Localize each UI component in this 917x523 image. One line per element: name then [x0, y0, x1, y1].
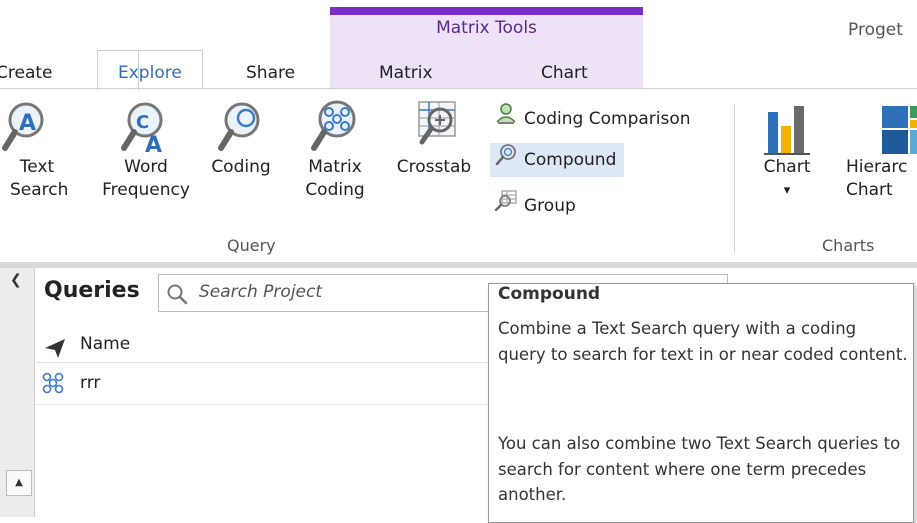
ribbon-group-separator [734, 104, 735, 252]
word-frequency-icon: C A [100, 98, 192, 156]
svg-text:C: C [136, 112, 149, 133]
word-frequency-button[interactable]: C A Word Frequency [100, 98, 192, 202]
tooltip-description-extra: You can also combine two Text Search que… [498, 434, 901, 504]
app-title: Proget [848, 20, 903, 40]
hierarchy-chart-button[interactable]: Hierarc Chart [846, 100, 917, 202]
tooltip-title: Compound [498, 284, 601, 304]
crosstab-icon [392, 98, 476, 156]
coding-comparison-icon [494, 102, 518, 136]
pane-title: Queries [44, 278, 140, 303]
tab-explore-cover [97, 50, 139, 91]
bar-chart-icon [752, 100, 822, 156]
chart-button[interactable]: Chart ▾ [752, 100, 822, 202]
search-placeholder: Search Project [199, 282, 323, 302]
tooltip-description: Combine a Text Search query with a codin… [498, 319, 908, 364]
group-button[interactable]: Group [490, 189, 584, 223]
ribbon-bottom-border [0, 262, 917, 268]
charts-group-label: Charts [822, 236, 875, 255]
coding-query-icon [208, 98, 274, 156]
table-row[interactable]: rrr [80, 373, 100, 393]
matrix-coding-button[interactable]: Matrix Coding [300, 98, 370, 202]
group-icon [494, 189, 518, 223]
chevron-down-icon: ▾ [783, 183, 791, 198]
matrix-coding-icon [300, 98, 370, 156]
collapse-left-icon[interactable]: ❮ [10, 272, 22, 288]
matrix-coding-icon [41, 371, 65, 399]
search-icon [166, 283, 188, 309]
pin-icon [43, 336, 67, 364]
tab-share[interactable]: Share [246, 58, 295, 88]
compound-icon [494, 143, 518, 177]
tab-create[interactable]: Create [0, 58, 53, 88]
compound-button[interactable]: Compound [490, 143, 625, 177]
svg-text:A: A [145, 133, 162, 156]
hierarchy-chart-icon [846, 100, 917, 156]
column-header-name[interactable]: Name [80, 334, 130, 354]
tab-matrix[interactable]: Matrix [379, 58, 433, 88]
query-group-label: Query [227, 236, 276, 255]
text-search-button[interactable]: A Text Search [0, 98, 68, 202]
text-search-icon: A [0, 98, 64, 156]
matrix-tools-accent-bar [330, 7, 643, 15]
svg-text:A: A [19, 111, 36, 136]
matrix-tools-label: Matrix Tools [436, 18, 537, 38]
scroll-up-button[interactable]: ▲ [6, 470, 32, 496]
coding-comparison-button[interactable]: Coding Comparison [490, 102, 699, 136]
coding-query-button[interactable]: Coding [208, 98, 274, 179]
tab-chart[interactable]: Chart [541, 58, 588, 88]
crosstab-button[interactable]: Crosstab [392, 98, 476, 179]
